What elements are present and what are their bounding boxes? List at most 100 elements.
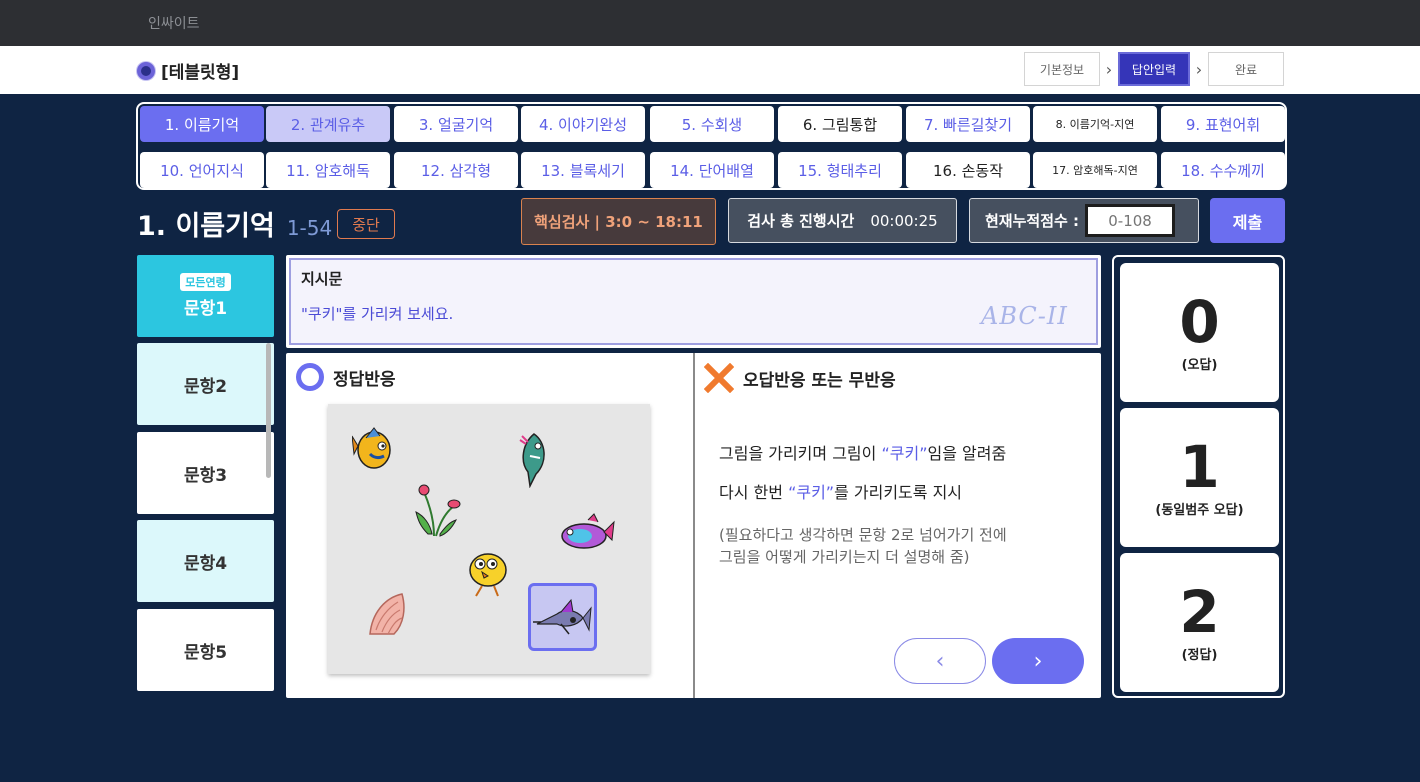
- fish-icon[interactable]: [352, 424, 398, 476]
- item-button[interactable]: 문항3: [137, 432, 274, 514]
- guide-text: 그림을 가리키며 그림이: [719, 444, 882, 463]
- brand-name: 인싸이트: [148, 16, 200, 32]
- header-bar: [테블릿형] 기본정보 › 답안입력 › 완료: [0, 46, 1420, 94]
- instruction-panel: 지시문 "쿠키"를 가리켜 보세요. ABC-II: [286, 255, 1101, 348]
- step-complete[interactable]: 완료: [1208, 52, 1284, 86]
- subtest-button[interactable]: 3. 얼굴기억: [394, 106, 518, 142]
- guide-keyword: “쿠키”: [881, 444, 928, 463]
- response-panel: 정답반응 오답반응 또는 무반응 그림을 가리키며 그림이 “쿠키”임을 알려줌…: [286, 353, 1101, 698]
- step-basic-info[interactable]: 기본정보: [1024, 52, 1100, 86]
- wrong-response-label: 오답반응 또는 무반응: [743, 370, 896, 391]
- score-option-1[interactable]: 1 (동일범주 오답): [1120, 408, 1279, 547]
- shark-icon[interactable]: [514, 428, 554, 488]
- chevron-right-icon: ›: [1195, 59, 1203, 79]
- item-button[interactable]: 문항4: [137, 520, 274, 602]
- circle-o-icon: [296, 363, 324, 391]
- wrong-note-line-1: (필요하다고 생각하면 문항 2로 넘어가기 전에: [719, 526, 1007, 544]
- instruction-text: "쿠키"를 가리켜 보세요.: [301, 305, 454, 323]
- item-label: 문항3: [183, 465, 228, 486]
- instruction-inner: 지시문 "쿠키"를 가리켜 보세요. ABC-II: [289, 258, 1098, 345]
- chick-icon[interactable]: [462, 550, 512, 598]
- wrong-response-header[interactable]: 오답반응 또는 무반응: [704, 363, 896, 393]
- x-icon: [704, 363, 734, 393]
- age-badge: 모든연령: [180, 273, 231, 291]
- chevron-right-icon: ›: [1105, 59, 1113, 79]
- swordfish-icon[interactable]: [531, 586, 594, 648]
- score-description: (정답): [1181, 648, 1218, 663]
- subtest-button[interactable]: 2. 관계유추: [266, 106, 390, 142]
- top-bar: 인싸이트: [0, 0, 1420, 46]
- elapsed-time-box: 검사 총 진행시간 00:00:25: [728, 198, 957, 243]
- elapsed-time-value: 00:00:25: [870, 211, 938, 230]
- stop-button[interactable]: 중단: [337, 209, 395, 239]
- subtest-button[interactable]: 16. 손동작: [906, 152, 1030, 188]
- shell-icon[interactable]: [366, 590, 410, 640]
- guide-text: 를 가리키도록 지시: [834, 483, 963, 502]
- plant-icon[interactable]: [410, 482, 462, 538]
- score-description: (동일범주 오답): [1155, 503, 1244, 518]
- item-button[interactable]: 문항2: [137, 343, 274, 425]
- subtest-button[interactable]: 1. 이름기억: [140, 106, 264, 142]
- subtest-button[interactable]: 4. 이야기완성: [521, 106, 645, 142]
- cumulative-score-label: 현재누적점수 :: [985, 212, 1080, 230]
- wrong-guide-line-2: 다시 한번 “쿠키”를 가리키도록 지시: [719, 479, 962, 503]
- chevron-right-icon: ›: [1033, 648, 1043, 674]
- wrong-note-line-2: 그림을 어떻게 가리키는지 더 설명해 줌): [719, 548, 970, 566]
- target-picture-frame[interactable]: [528, 583, 597, 651]
- page-title-wrap: [테블릿형]: [137, 58, 239, 83]
- subtest-button[interactable]: 10. 언어지식: [140, 152, 264, 188]
- item-button[interactable]: 문항5: [137, 609, 274, 691]
- cumulative-score-input[interactable]: [1085, 204, 1176, 237]
- wrong-guide-line-1: 그림을 가리키며 그림이 “쿠키”임을 알려줌: [719, 440, 1006, 464]
- item-list: 모든연령 문항1 문항2 문항3 문항4 문항5: [137, 255, 274, 698]
- core-test-badge: 핵심검사 | 3:0 ~ 18:11: [521, 198, 716, 245]
- elapsed-time-label: 검사 총 진행시간: [747, 212, 855, 230]
- score-options-panel: 0 (오답) 1 (동일범주 오답) 2 (정답): [1112, 255, 1285, 698]
- subtest-button[interactable]: 14. 단어배열: [650, 152, 774, 188]
- correct-response-header[interactable]: 정답반응: [296, 363, 396, 391]
- previous-button[interactable]: ‹: [894, 638, 986, 684]
- test-heading: 1. 이름기억 1-54: [137, 204, 332, 243]
- circle-bullet-icon: [137, 61, 155, 80]
- item-label: 문항5: [183, 642, 228, 663]
- subtest-button[interactable]: 6. 그림통합: [778, 106, 902, 142]
- test-range: 1-54: [286, 216, 333, 240]
- item-list-scrollbar[interactable]: [266, 343, 271, 478]
- picture-board: [328, 404, 650, 674]
- subtest-button[interactable]: 12. 삼각형: [394, 152, 518, 188]
- abc-logo: ABC-II: [981, 302, 1068, 330]
- chevron-left-icon: ‹: [935, 648, 945, 674]
- subtest-button[interactable]: 17. 암호해독-지연: [1033, 152, 1157, 188]
- item-button[interactable]: 모든연령 문항1: [137, 255, 274, 337]
- subtest-button[interactable]: 15. 형태추리: [778, 152, 902, 188]
- pufferfish-icon[interactable]: [558, 512, 616, 552]
- guide-keyword: “쿠키”: [788, 483, 835, 502]
- subtest-grid: 1. 이름기억 2. 관계유추 3. 얼굴기억 4. 이야기완성 5. 수회생 …: [136, 102, 1287, 190]
- response-divider: [693, 353, 695, 698]
- subtest-button[interactable]: 5. 수회생: [650, 106, 774, 142]
- subtest-button[interactable]: 13. 블록세기: [521, 152, 645, 188]
- item-label: 문항1: [183, 299, 228, 319]
- page-title: [테블릿형]: [161, 63, 240, 83]
- guide-text: 다시 한번: [719, 483, 789, 502]
- step-answer-input[interactable]: 답안입력: [1118, 52, 1190, 86]
- next-button[interactable]: ›: [992, 638, 1084, 684]
- score-description: (오답): [1181, 358, 1218, 373]
- score-value: 1: [1179, 433, 1220, 501]
- submit-button[interactable]: 제출: [1210, 198, 1285, 243]
- subtest-button[interactable]: 7. 빠른길찾기: [906, 106, 1030, 142]
- subtest-button[interactable]: 18. 수수께끼: [1161, 152, 1285, 188]
- guide-text: 임을 알려줌: [927, 444, 1007, 463]
- test-name: 1. 이름기억: [137, 211, 275, 242]
- score-option-2[interactable]: 2 (정답): [1120, 553, 1279, 692]
- subtest-button[interactable]: 9. 표현어휘: [1161, 106, 1285, 142]
- item-label: 문항2: [183, 376, 228, 397]
- cumulative-score-box: 현재누적점수 :: [969, 198, 1199, 243]
- progress-steps: 기본정보 › 답안입력 › 완료: [1024, 52, 1284, 86]
- correct-response-label: 정답반응: [333, 369, 396, 390]
- instruction-title: 지시문: [301, 270, 343, 288]
- score-option-0[interactable]: 0 (오답): [1120, 263, 1279, 402]
- score-value: 2: [1179, 578, 1220, 646]
- subtest-button[interactable]: 8. 이름기억-지연: [1033, 106, 1157, 142]
- subtest-button[interactable]: 11. 암호해독: [266, 152, 390, 188]
